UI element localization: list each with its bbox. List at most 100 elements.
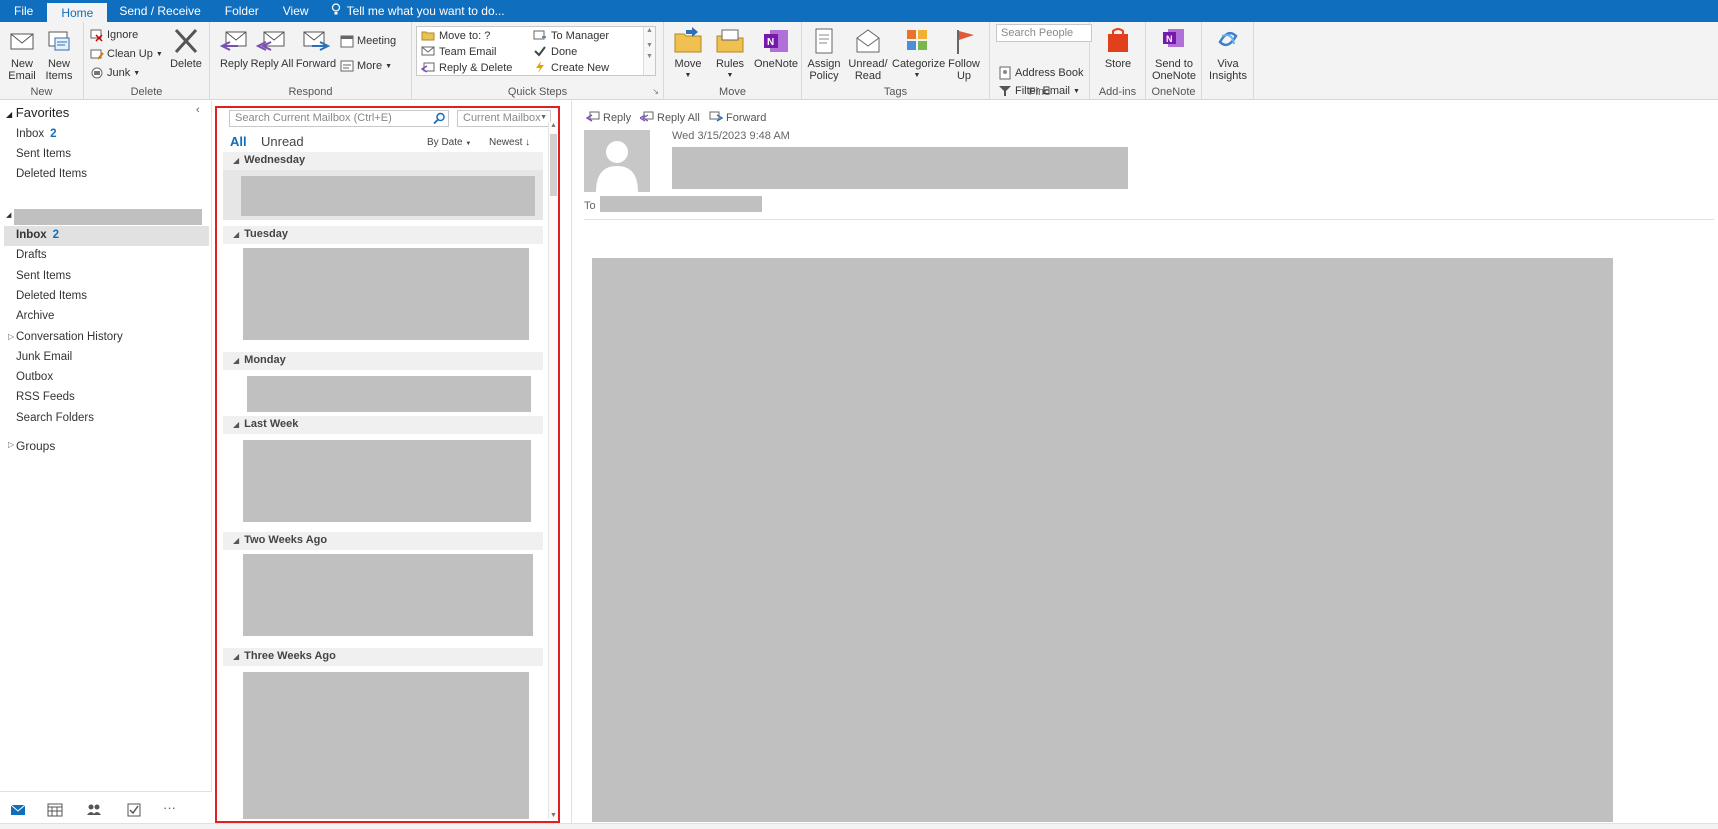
collapse-pane-icon[interactable]: ‹ xyxy=(196,104,200,116)
folder-item-archive[interactable]: Archive xyxy=(16,310,54,322)
group-label-quick-steps: Quick Steps xyxy=(507,86,568,98)
scroll-up-icon[interactable]: ▲ xyxy=(550,122,557,129)
filter-all-tab[interactable]: All xyxy=(230,134,247,149)
more-modules-icon[interactable]: ··· xyxy=(163,800,181,818)
tab-home[interactable]: Home xyxy=(47,3,108,22)
mail-icon[interactable] xyxy=(10,802,28,820)
onenote-button[interactable]: N OneNote xyxy=(752,26,800,70)
junk-button[interactable]: Junk ▼ xyxy=(90,64,140,82)
quick-steps-scrollbar[interactable]: ▲ ▼ ▼ xyxy=(643,27,655,75)
folder-item-junk[interactable]: Junk Email xyxy=(16,351,72,363)
reading-reply-button[interactable]: Reply xyxy=(585,110,631,125)
quick-step-to-manager[interactable]: To Manager xyxy=(533,28,609,44)
groups-expand-icon[interactable]: ▷ xyxy=(8,440,14,449)
tasks-icon[interactable] xyxy=(126,802,144,820)
quick-step-team-email[interactable]: Team Email xyxy=(421,44,496,60)
clean-up-button[interactable]: Clean Up ▼ xyxy=(90,45,163,63)
search-mailbox-input[interactable]: Search Current Mailbox (Ctrl+E) xyxy=(229,110,449,127)
search-scope-dropdown[interactable]: Current Mailbox ▼ xyxy=(457,110,551,127)
group-header-monday[interactable]: ◢ Monday xyxy=(223,352,543,370)
tab-send-receive[interactable]: Send / Receive xyxy=(107,0,212,22)
group-label-tags: Tags xyxy=(883,86,908,98)
message-item[interactable] xyxy=(223,666,543,819)
viva-insights-button[interactable]: Viva Insights xyxy=(1206,26,1250,82)
folder-item-outbox[interactable]: Outbox xyxy=(16,371,53,383)
quick-steps-launcher-icon[interactable]: ↘ xyxy=(652,87,659,96)
quick-step-reply-delete[interactable]: Reply & Delete xyxy=(420,60,512,76)
tell-me-box[interactable]: Tell me what you want to do... xyxy=(321,0,515,22)
ignore-button[interactable]: Ignore xyxy=(90,26,138,44)
people-icon[interactable] xyxy=(86,802,104,820)
scope-dropdown-icon: ▼ xyxy=(540,114,547,121)
calendar-icon[interactable] xyxy=(47,802,65,820)
group-header-last-week[interactable]: ◢ Last Week xyxy=(223,416,543,434)
move-button[interactable]: Move ▼ xyxy=(666,26,710,82)
tab-folder[interactable]: Folder xyxy=(213,0,271,22)
scroll-down-icon[interactable]: ▼ xyxy=(644,42,655,49)
filter-unread-tab[interactable]: Unread xyxy=(261,134,304,149)
folder-item-deleted[interactable]: Deleted Items xyxy=(16,290,87,302)
rules-button[interactable]: Rules ▼ xyxy=(708,26,752,82)
follow-up-button[interactable]: Follow Up xyxy=(942,26,986,82)
unread-read-button[interactable]: Unread/ Read xyxy=(846,26,890,82)
quick-step-move-to[interactable]: Move to: ? xyxy=(421,28,490,44)
expand-triangle-icon[interactable]: ▷ xyxy=(8,332,14,341)
message-item[interactable] xyxy=(223,170,543,220)
folder-item-rss[interactable]: RSS Feeds xyxy=(16,391,75,403)
favorites-item-inbox[interactable]: Inbox 2 xyxy=(16,128,57,140)
assign-policy-button[interactable]: Assign Policy xyxy=(802,26,846,82)
move-dropdown-icon: ▼ xyxy=(684,72,692,79)
quick-step-create-new[interactable]: Create New xyxy=(533,60,609,76)
message-list-scrollbar[interactable]: ▲ ▼ xyxy=(548,122,558,819)
assign-policy-label: Assign Policy xyxy=(807,58,841,82)
reading-forward-button[interactable]: Forward xyxy=(709,110,766,125)
favorites-item-deleted[interactable]: Deleted Items xyxy=(16,168,87,180)
reply-all-button[interactable]: Reply All xyxy=(250,26,294,70)
scroll-up-icon[interactable]: ▲ xyxy=(644,27,655,34)
message-item[interactable] xyxy=(223,370,543,416)
folder-item-inbox[interactable]: Inbox 2 xyxy=(16,229,59,241)
meeting-button[interactable]: Meeting xyxy=(340,32,396,50)
tab-view[interactable]: View xyxy=(271,0,321,22)
message-item[interactable] xyxy=(223,244,543,340)
group-header-tuesday[interactable]: ◢ Tuesday xyxy=(223,226,543,244)
groups-header[interactable]: Groups xyxy=(16,439,55,453)
search-people-input[interactable]: Search People xyxy=(996,24,1092,42)
tab-file[interactable]: File xyxy=(0,0,47,22)
scroll-down-icon[interactable]: ▼ xyxy=(550,812,557,819)
message-date: Wed 3/15/2023 9:48 AM xyxy=(672,130,790,142)
group-header-three-weeks-ago[interactable]: ◢ Three Weeks Ago xyxy=(223,648,543,666)
message-item[interactable] xyxy=(223,434,543,528)
search-icon[interactable] xyxy=(433,112,446,128)
favorites-header[interactable]: ◢ Favorites xyxy=(6,105,69,120)
message-item[interactable] xyxy=(223,550,543,644)
forward-button[interactable]: Forward xyxy=(294,26,338,70)
new-items-button[interactable]: New Items xyxy=(38,26,80,82)
scrollbar-thumb[interactable] xyxy=(550,134,557,196)
send-to-onenote-button[interactable]: N Send to OneNote xyxy=(1148,26,1200,82)
sort-arrow-icon: ↓ xyxy=(525,137,531,148)
sort-by-dropdown[interactable]: By Date ▼ xyxy=(427,137,471,148)
account-header[interactable]: ◢ xyxy=(6,207,206,225)
filter-email-button[interactable]: Filter Email ▼ xyxy=(998,82,1080,100)
rules-label: Rules xyxy=(715,58,745,70)
to-manager-label: To Manager xyxy=(551,30,610,42)
group-header-wednesday[interactable]: ◢ Wednesday xyxy=(223,152,543,170)
delete-button[interactable]: Delete xyxy=(164,26,208,70)
sort-order-toggle[interactable]: Newest ↓ xyxy=(489,137,530,148)
quick-step-done[interactable]: Done xyxy=(533,44,577,60)
folder-item-drafts[interactable]: Drafts xyxy=(16,249,47,261)
address-book-button[interactable]: Address Book xyxy=(998,64,1083,82)
folder-item-sent[interactable]: Sent Items xyxy=(16,270,71,282)
gallery-expand-icon[interactable]: ▼ xyxy=(644,53,655,60)
folder-item-search-folders[interactable]: Search Folders xyxy=(16,412,94,424)
sender-avatar[interactable] xyxy=(584,130,650,192)
favorites-item-sent[interactable]: Sent Items xyxy=(16,148,71,160)
store-button[interactable]: Store xyxy=(1096,26,1140,70)
more-respond-button[interactable]: More ▼ xyxy=(340,57,392,75)
categorize-button[interactable]: Categorize ▼ xyxy=(892,26,945,82)
group-header-two-weeks-ago[interactable]: ◢ Two Weeks Ago xyxy=(223,532,543,550)
group-label-respond: Respond xyxy=(288,86,333,98)
reading-reply-all-button[interactable]: Reply All xyxy=(638,110,700,125)
folder-item-conversation-history[interactable]: Conversation History xyxy=(16,331,123,343)
